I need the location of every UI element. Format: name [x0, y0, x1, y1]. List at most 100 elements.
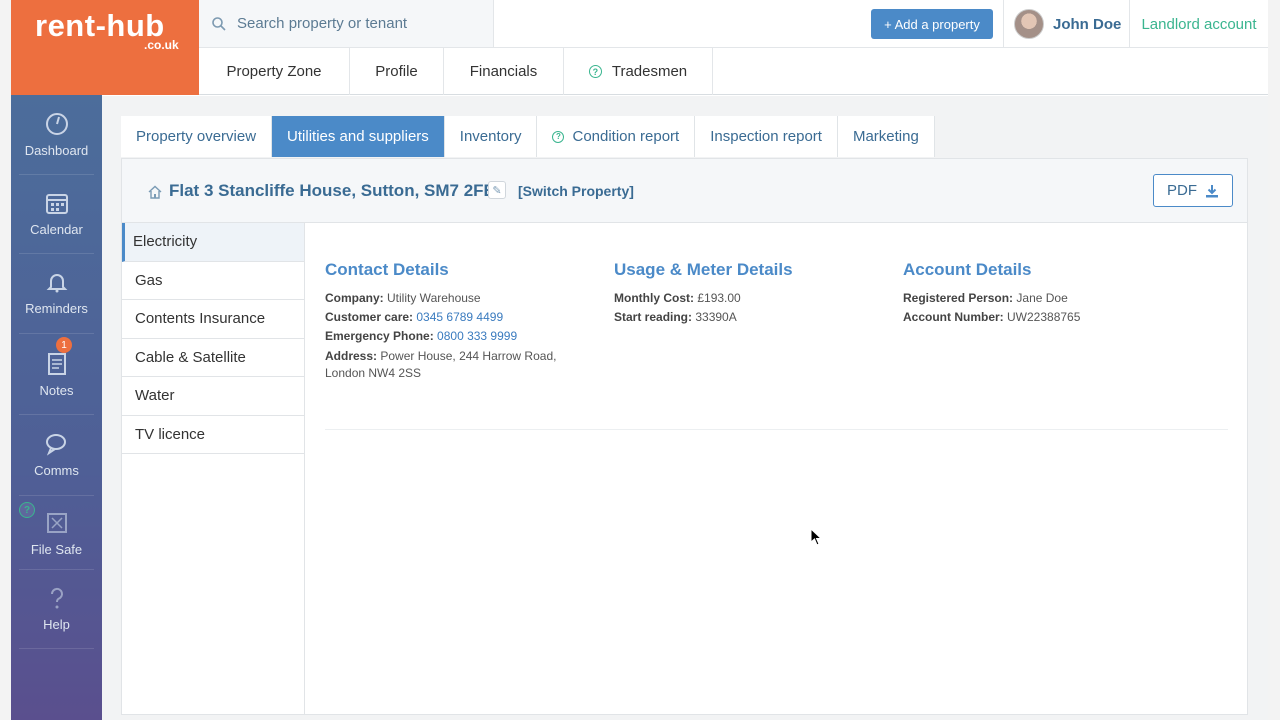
utility-tv-licence[interactable]: TV licence — [122, 416, 304, 454]
account-type-link[interactable]: Landlord account — [1129, 0, 1268, 48]
pdf-label: PDF — [1167, 182, 1197, 199]
notes-icon — [47, 353, 66, 375]
sidebar-item-label: Calendar — [30, 222, 83, 237]
emergency-row: Emergency Phone: 0800 333 9999 — [325, 327, 605, 346]
tab-label: Property overview — [136, 128, 257, 145]
tab-label: Marketing — [852, 128, 919, 145]
utility-cable-satellite[interactable]: Cable & Satellite — [122, 339, 304, 377]
registered-person-label: Registered Person: — [903, 291, 1014, 305]
tab-label: Utilities and suppliers — [287, 128, 429, 145]
help-icon — [50, 587, 63, 609]
add-property-button[interactable]: + Add a property — [871, 9, 993, 39]
sidebar-item-comms[interactable]: Comms — [11, 431, 102, 478]
company-value: Utility Warehouse — [387, 291, 481, 305]
customer-care-label: Customer care: — [325, 310, 414, 324]
help-circle-icon[interactable]: ? — [552, 130, 565, 143]
utility-water[interactable]: Water — [122, 377, 304, 416]
account-heading: Account Details — [903, 260, 1032, 279]
sidebar-item-reminders[interactable]: Reminders — [11, 269, 102, 316]
pdf-download-button[interactable]: PDF — [1153, 174, 1233, 207]
nav-profile[interactable]: Profile — [350, 48, 444, 95]
sidebar-item-dashboard[interactable]: Dashboard — [11, 111, 102, 158]
comms-badge: 1 — [56, 337, 72, 353]
nav-label: Property Zone — [226, 63, 322, 80]
utility-list: Electricity Gas Contents Insurance Cable… — [122, 223, 305, 715]
help-circle-icon[interactable]: ? — [19, 502, 35, 518]
utility-electricity[interactable]: Electricity — [122, 223, 304, 262]
utility-label: Cable & Satellite — [135, 348, 246, 366]
search-icon — [212, 16, 226, 31]
contact-heading: Contact Details — [325, 260, 449, 279]
edit-pencil-icon[interactable]: ✎ — [488, 181, 506, 199]
sidebar-item-notes[interactable]: Notes — [11, 351, 102, 398]
utility-gas[interactable]: Gas — [122, 262, 304, 300]
avatar[interactable] — [1014, 9, 1044, 39]
logo[interactable]: rent-hub .co.uk — [11, 0, 199, 95]
tab-utilities-and-suppliers[interactable]: Utilities and suppliers — [272, 116, 445, 157]
sidebar-item-label: Dashboard — [24, 143, 89, 158]
monthly-cost-row: Monthly Cost: £193.00 — [614, 289, 894, 308]
sidebar-item-calendar[interactable]: Calendar — [11, 190, 102, 237]
emergency-phone-link[interactable]: 0800 333 9999 — [437, 329, 517, 343]
search-bar[interactable]: Search property or tenant — [199, 0, 494, 48]
nav-label: Profile — [375, 63, 418, 80]
sidebar-divider — [19, 569, 94, 570]
utility-label: Gas — [135, 271, 163, 289]
customer-care-row: Customer care: 0345 6789 4499 — [325, 308, 605, 327]
utility-label: Electricity — [133, 233, 198, 251]
emergency-label: Emergency Phone: — [325, 329, 434, 343]
user-menu[interactable]: John Doe — [1003, 0, 1129, 48]
dashboard-icon — [45, 113, 68, 135]
switch-property-link[interactable]: [Switch Property] — [518, 183, 634, 199]
usage-heading: Usage & Meter Details — [614, 260, 793, 279]
start-reading-row: Start reading: 33390A — [614, 308, 894, 327]
sidebar-divider — [19, 253, 94, 254]
company-label: Company: — [325, 291, 384, 305]
nav-financials[interactable]: Financials — [444, 48, 564, 95]
sidebar-item-help[interactable]: Help — [11, 585, 102, 632]
tab-property-overview[interactable]: Property overview — [121, 116, 273, 157]
monthly-cost-value: £193.00 — [697, 291, 741, 305]
tab-label: Inventory — [459, 128, 522, 145]
utility-contents-insurance[interactable]: Contents Insurance — [122, 300, 304, 339]
section-divider — [325, 429, 1228, 430]
address-line2: London NW4 2SS — [325, 366, 422, 380]
download-icon — [1206, 184, 1218, 197]
sidebar-divider — [19, 333, 94, 334]
start-reading-label: Start reading: — [614, 310, 693, 324]
file-safe-icon — [46, 513, 67, 533]
property-header: Flat 3 Stancliffe House, Sutton, SM7 2FE… — [122, 159, 1247, 223]
nav-label: Tradesmen — [611, 63, 688, 80]
utilities-panel: Flat 3 Stancliffe House, Sutton, SM7 2FE… — [121, 158, 1248, 715]
address-line1: Power House, 244 Harrow Road, — [380, 349, 557, 363]
tab-condition-report[interactable]: ? Condition report — [537, 116, 696, 157]
nav-tradesmen[interactable]: ? Tradesmen — [564, 48, 713, 95]
monthly-cost-label: Monthly Cost: — [614, 291, 694, 305]
sidebar-item-label: Help — [43, 617, 70, 632]
top-header: + Add a property John Doe Landlord accou… — [494, 0, 1268, 48]
main-nav: Property Zone Profile Financials ? Trade… — [199, 48, 1268, 95]
tab-inspection-report[interactable]: Inspection report — [695, 116, 838, 157]
window-right-edge — [1268, 0, 1280, 720]
mouse-cursor-icon — [810, 528, 822, 546]
sidebar-divider — [19, 174, 94, 175]
home-icon — [148, 185, 162, 199]
search-input[interactable]: Search property or tenant — [237, 15, 407, 32]
property-title: Flat 3 Stancliffe House, Sutton, SM7 2FE — [169, 181, 495, 200]
help-circle-icon[interactable]: ? — [588, 65, 602, 78]
user-name[interactable]: John Doe — [1053, 16, 1121, 33]
utility-label: TV licence — [135, 425, 206, 443]
sidebar-item-label: File Safe — [30, 542, 83, 557]
usage-meter-details: Usage & Meter Details Monthly Cost: £193… — [614, 260, 894, 327]
tab-inventory[interactable]: Inventory — [444, 116, 538, 157]
tab-label: Inspection report — [710, 128, 822, 145]
account-number-value: UW22388765 — [1007, 310, 1081, 324]
tab-marketing[interactable]: Marketing — [837, 116, 935, 157]
comms-icon — [45, 434, 66, 456]
app: rent-hub .co.uk Search property or tenan… — [0, 0, 1280, 720]
customer-care-phone-link[interactable]: 0345 6789 4499 — [416, 310, 503, 324]
sidebar-divider — [19, 414, 94, 415]
contact-details: Contact Details Company: Utility Warehou… — [325, 260, 605, 382]
registered-person-value: Jane Doe — [1016, 291, 1068, 305]
nav-property-zone[interactable]: Property Zone — [199, 48, 350, 95]
